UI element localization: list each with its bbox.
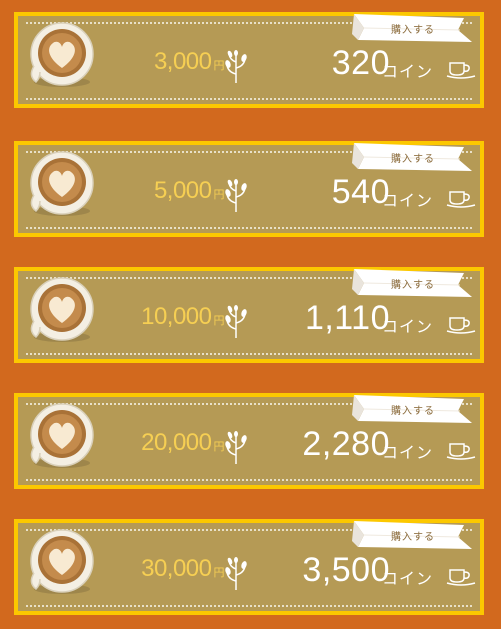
coin-unit-label: コイン	[382, 193, 434, 210]
yen-unit: 円	[213, 441, 225, 453]
coffee-cup-saucer-icon	[446, 315, 476, 335]
latte-heart-cup-icon	[26, 275, 96, 345]
coin-amount: 3,500	[302, 551, 390, 589]
yen-unit: 円	[213, 315, 225, 327]
latte-heart-cup-icon	[26, 149, 96, 219]
price-label: 20,000 円	[114, 429, 224, 457]
price-amount: 10,000	[141, 303, 212, 330]
coin-plan-card[interactable]: 20,000 円 2,280 コイン 購入する	[14, 393, 484, 489]
buy-button[interactable]: 購入する	[348, 141, 474, 173]
yen-unit: 円	[213, 60, 225, 72]
leaf-sprig-icon	[224, 305, 248, 339]
price-label: 30,000 円	[114, 555, 224, 583]
coin-plan-card[interactable]: 3,000 円 320 コイン 購入する	[14, 12, 484, 108]
coin-plan-card[interactable]: 10,000 円 1,110 コイン 購入する	[14, 267, 484, 363]
coin-plan-card[interactable]: 5,000 円 540 コイン 購入する	[14, 141, 484, 237]
yen-unit: 円	[213, 567, 225, 579]
coffee-cup-saucer-icon	[446, 441, 476, 461]
buy-button[interactable]: 購入する	[348, 12, 474, 44]
leaf-sprig-icon	[224, 557, 248, 591]
buy-button[interactable]: 購入する	[348, 519, 474, 551]
latte-heart-cup-icon	[26, 401, 96, 471]
leaf-sprig-icon	[224, 50, 248, 84]
coin-amount: 540	[331, 173, 390, 211]
leaf-sprig-icon	[224, 179, 248, 213]
buy-button-label: 購入する	[391, 532, 435, 543]
buy-button-label: 購入する	[391, 154, 435, 165]
buy-button-label: 購入する	[391, 280, 435, 291]
price-amount: 5,000	[153, 177, 212, 204]
latte-heart-cup-icon	[26, 20, 96, 90]
price-amount: 20,000	[141, 429, 212, 456]
coin-amount: 2,280	[302, 425, 390, 463]
coin-unit-label: コイン	[382, 64, 434, 81]
buy-button[interactable]: 購入する	[348, 267, 474, 299]
price-label: 10,000 円	[114, 303, 224, 331]
coin-unit-label: コイン	[382, 319, 434, 336]
coin-plan-card[interactable]: 30,000 円 3,500 コイン 購入する	[14, 519, 484, 615]
price-label: 3,000 円	[114, 48, 225, 76]
price-label: 5,000 円	[114, 177, 225, 205]
buy-button[interactable]: 購入する	[348, 393, 474, 425]
buy-button-label: 購入する	[391, 25, 435, 36]
price-amount: 30,000	[141, 555, 212, 582]
latte-heart-cup-icon	[26, 527, 96, 597]
coffee-cup-saucer-icon	[446, 189, 476, 209]
price-amount: 3,000	[153, 48, 212, 75]
coin-amount: 1,110	[304, 299, 390, 337]
coffee-cup-saucer-icon	[446, 567, 476, 587]
coin-unit-label: コイン	[382, 571, 434, 588]
coffee-cup-saucer-icon	[446, 60, 476, 80]
coin-amount: 320	[331, 44, 390, 82]
buy-button-label: 購入する	[391, 406, 435, 417]
coin-unit-label: コイン	[382, 445, 434, 462]
yen-unit: 円	[213, 189, 225, 201]
leaf-sprig-icon	[224, 431, 248, 465]
